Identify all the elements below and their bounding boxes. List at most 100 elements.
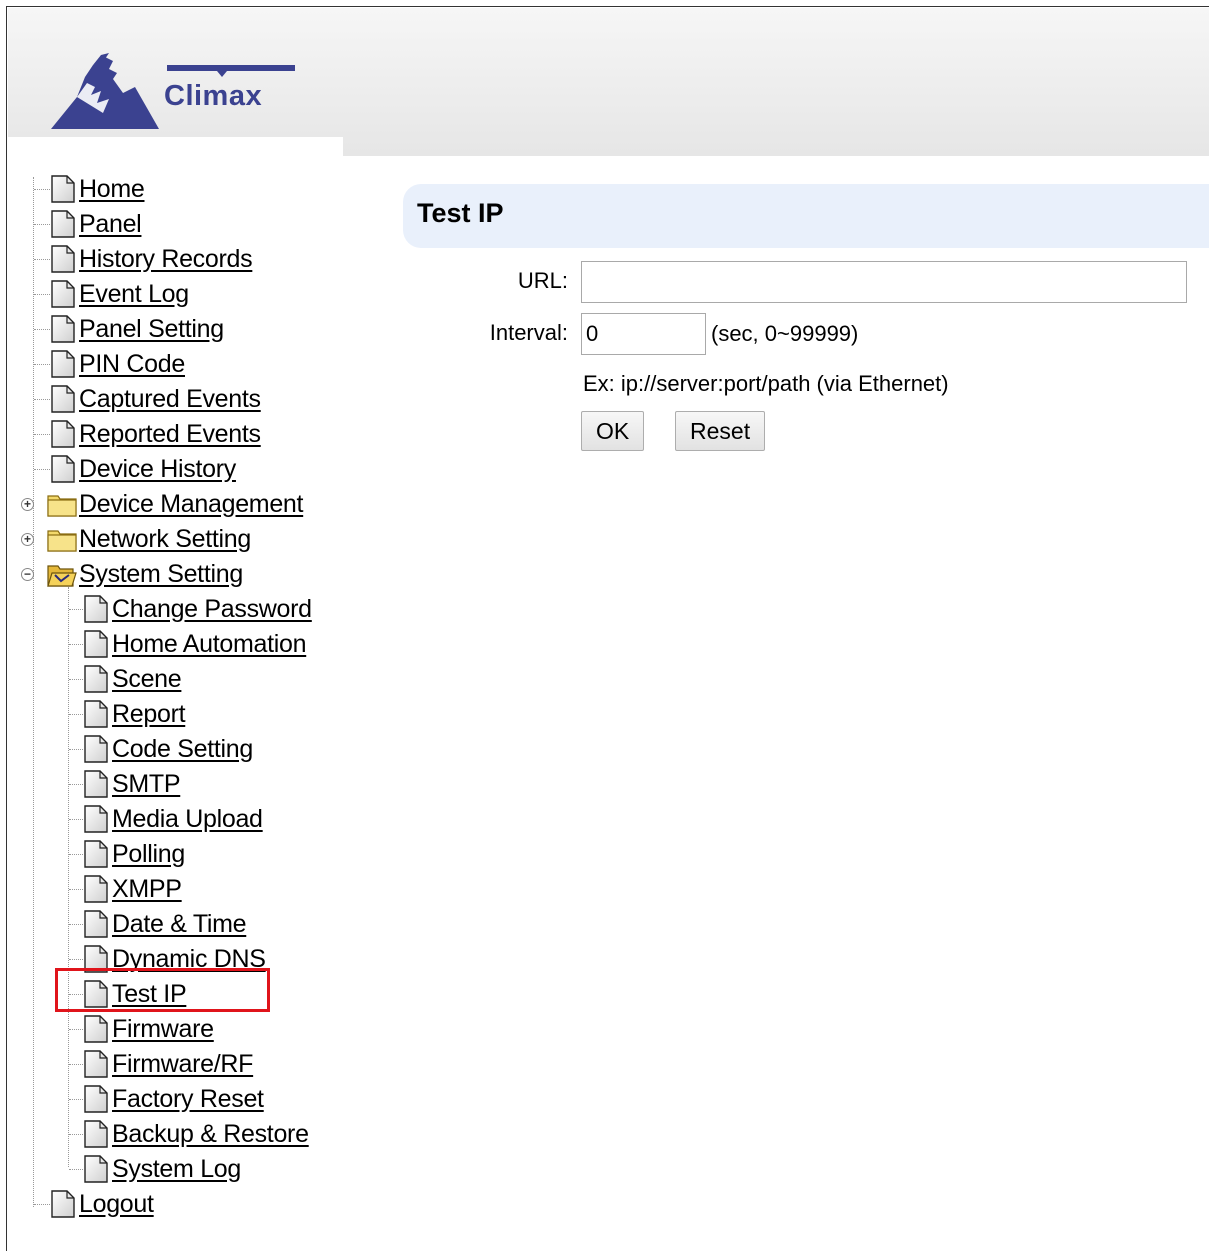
sidebar-item-dynamic-dns[interactable]: Dynamic DNS	[84, 943, 266, 975]
sidebar-item-test-ip[interactable]: Test IP	[84, 978, 187, 1010]
tree-branch	[69, 959, 83, 960]
sidebar-item-pin-code[interactable]: PIN Code	[51, 348, 185, 380]
document-icon	[84, 910, 108, 938]
sidebar-item-device-history[interactable]: Device History	[51, 453, 236, 485]
tree-branch	[69, 714, 83, 715]
sidebar-item-firmware-link[interactable]: Firmware	[112, 1015, 214, 1044]
collapse-toggle-icon[interactable]: −	[21, 568, 34, 581]
sidebar-item-panel[interactable]: Panel	[51, 208, 142, 240]
document-icon	[84, 665, 108, 693]
sidebar-item-dynamic-dns-link[interactable]: Dynamic DNS	[112, 945, 266, 974]
tree-branch	[34, 364, 50, 365]
document-icon	[51, 245, 75, 273]
sidebar-item-smtp-link[interactable]: SMTP	[112, 770, 181, 799]
tree-branch	[69, 924, 83, 925]
sidebar-item-reported-events-link[interactable]: Reported Events	[79, 420, 261, 449]
sidebar-item-panel-link[interactable]: Panel	[79, 210, 142, 239]
sidebar-item-polling[interactable]: Polling	[84, 838, 185, 870]
sidebar-item-change-password-link[interactable]: Change Password	[112, 595, 312, 624]
sidebar-item-panel-setting-link[interactable]: Panel Setting	[79, 315, 224, 344]
sidebar-item-event-log-link[interactable]: Event Log	[79, 280, 189, 309]
sidebar-item-scene[interactable]: Scene	[84, 663, 182, 695]
sidebar-item-backup-restore-link[interactable]: Backup & Restore	[112, 1120, 309, 1149]
sidebar-folder-device-management[interactable]: Device Management	[47, 488, 303, 520]
sidebar-item-home-link[interactable]: Home	[79, 175, 145, 204]
document-icon	[84, 945, 108, 973]
expand-toggle-icon[interactable]: +	[21, 498, 34, 511]
sidebar-item-xmpp[interactable]: XMPP	[84, 873, 182, 905]
sidebar-item-firmware[interactable]: Firmware	[84, 1013, 214, 1045]
sidebar-item-firmware-rf-link[interactable]: Firmware/RF	[112, 1050, 253, 1079]
sidebar-item-factory-reset[interactable]: Factory Reset	[84, 1083, 264, 1115]
tree-branch	[69, 609, 83, 610]
sidebar-item-system-log[interactable]: System Log	[84, 1153, 241, 1185]
page-title: Test IP	[417, 198, 504, 228]
tree-branch	[69, 854, 83, 855]
sidebar-item-home[interactable]: Home	[51, 173, 145, 205]
tree-branch	[34, 224, 50, 225]
sidebar-item-date-time[interactable]: Date & Time	[84, 908, 247, 940]
tree-branch	[69, 1064, 83, 1065]
sidebar-item-report-link[interactable]: Report	[112, 700, 186, 729]
document-icon	[84, 805, 108, 833]
sidebar-item-firmware-rf[interactable]: Firmware/RF	[84, 1048, 253, 1080]
document-icon	[51, 315, 75, 343]
sidebar-item-panel-setting[interactable]: Panel Setting	[51, 313, 224, 345]
document-icon	[84, 875, 108, 903]
sidebar-item-captured-events-link[interactable]: Captured Events	[79, 385, 261, 414]
tree-branch	[34, 469, 50, 470]
sidebar-item-logout[interactable]: Logout	[51, 1188, 154, 1220]
sidebar-item-device-history-link[interactable]: Device History	[79, 455, 236, 484]
url-label: URL:	[517, 268, 568, 293]
document-icon	[51, 420, 75, 448]
sidebar-item-polling-link[interactable]: Polling	[112, 840, 185, 869]
document-icon	[51, 350, 75, 378]
expand-toggle-icon[interactable]: +	[21, 533, 34, 546]
sidebar-item-report[interactable]: Report	[84, 698, 186, 730]
sidebar-item-code-setting[interactable]: Code Setting	[84, 733, 253, 765]
document-icon	[84, 980, 108, 1008]
sidebar-item-history-records-link[interactable]: History Records	[79, 245, 253, 274]
url-example: Ex: ip://server:port/path (via Ethernet)	[583, 371, 949, 396]
sidebar-item-smtp[interactable]: SMTP	[84, 768, 181, 800]
tree-branch	[69, 784, 83, 785]
sidebar-item-change-password[interactable]: Change Password	[84, 593, 312, 625]
document-icon	[51, 1190, 75, 1218]
sidebar-folder-system-setting-link[interactable]: System Setting	[79, 560, 243, 589]
ok-button[interactable]: OK	[581, 411, 645, 451]
tree-branch	[34, 329, 50, 330]
sidebar-item-media-upload[interactable]: Media Upload	[84, 803, 263, 835]
sidebar-item-history-records[interactable]: History Records	[51, 243, 253, 275]
document-icon	[51, 175, 75, 203]
sidebar-item-media-upload-link[interactable]: Media Upload	[112, 805, 263, 834]
document-icon	[84, 1120, 108, 1148]
sidebar-item-test-ip-link[interactable]: Test IP	[112, 980, 187, 1009]
title-bar: Test IP	[403, 184, 1209, 248]
document-icon	[51, 385, 75, 413]
tree-line-sub	[68, 587, 69, 1167]
sidebar-item-system-log-link[interactable]: System Log	[112, 1155, 241, 1184]
sidebar-item-home-automation-link[interactable]: Home Automation	[112, 630, 307, 659]
sidebar-item-reported-events[interactable]: Reported Events	[51, 418, 261, 450]
tree-branch	[69, 1099, 83, 1100]
sidebar-item-factory-reset-link[interactable]: Factory Reset	[112, 1085, 264, 1114]
sidebar-folder-system-setting[interactable]: System Setting	[47, 558, 243, 590]
reset-button[interactable]: Reset	[675, 411, 766, 451]
sidebar-folder-network-setting-link[interactable]: Network Setting	[79, 525, 251, 554]
sidebar-item-captured-events[interactable]: Captured Events	[51, 383, 261, 415]
sidebar-item-backup-restore[interactable]: Backup & Restore	[84, 1118, 309, 1150]
sidebar-item-date-time-link[interactable]: Date & Time	[112, 910, 247, 939]
sidebar-item-pin-code-link[interactable]: PIN Code	[79, 350, 185, 379]
sidebar-item-home-automation[interactable]: Home Automation	[84, 628, 307, 660]
interval-hint: (sec, 0~99999)	[711, 321, 859, 346]
interval-input[interactable]	[581, 313, 706, 355]
sidebar-item-logout-link[interactable]: Logout	[79, 1190, 154, 1219]
sidebar-item-xmpp-link[interactable]: XMPP	[112, 875, 182, 904]
sidebar-item-code-setting-link[interactable]: Code Setting	[112, 735, 253, 764]
sidebar-folder-device-management-link[interactable]: Device Management	[79, 490, 303, 519]
tree-branch	[69, 1029, 83, 1030]
sidebar-folder-network-setting[interactable]: Network Setting	[47, 523, 251, 555]
sidebar-item-event-log[interactable]: Event Log	[51, 278, 189, 310]
sidebar-item-scene-link[interactable]: Scene	[112, 665, 182, 694]
url-input[interactable]	[581, 261, 1187, 303]
